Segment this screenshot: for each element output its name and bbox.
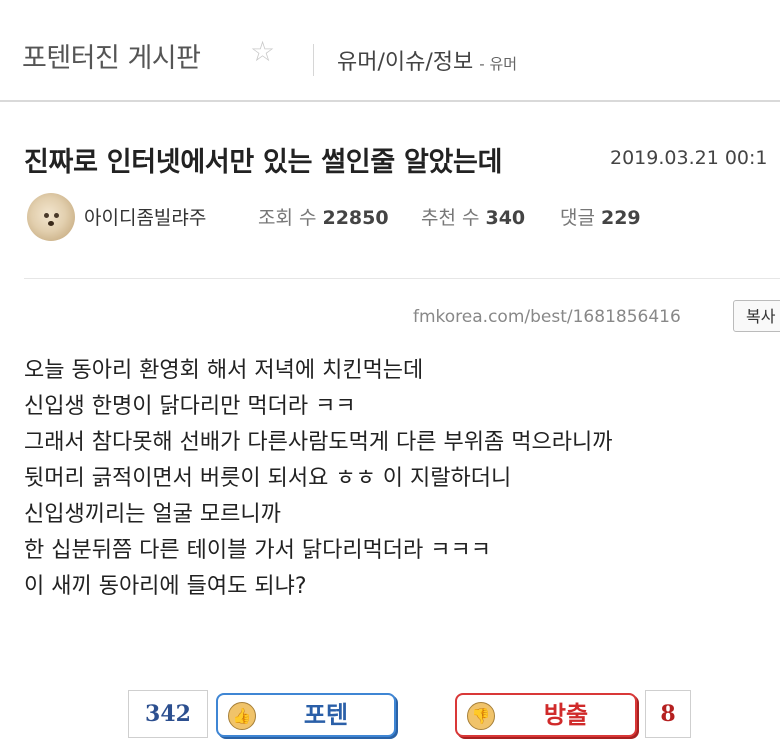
recommend-count: 추천 수 340 — [421, 203, 525, 230]
avatar-nose — [48, 221, 54, 226]
avatar[interactable] — [27, 193, 75, 241]
comment-count-label: 댓글 — [560, 207, 595, 229]
view-count-value: 22850 — [322, 207, 389, 229]
post-body-line: 신입생 한명이 닭다리만 먹더라 ㅋㅋ — [24, 394, 356, 419]
downvote-count: 8 — [645, 690, 691, 738]
post-url[interactable]: fmkorea.com/best/1681856416 — [413, 307, 681, 327]
comment-count-value: 229 — [600, 207, 641, 229]
avatar-eye — [54, 213, 59, 218]
upvote-button[interactable]: 👍 포텐 — [216, 693, 396, 737]
category-breadcrumb[interactable]: 유머/이슈/정보 - 유머 — [337, 44, 517, 76]
recommend-count-value: 340 — [485, 207, 526, 229]
subcategory-label[interactable]: - 유머 — [479, 55, 517, 73]
post-title: 진짜로 인터넷에서만 있는 썰인줄 알았는데 — [24, 147, 503, 178]
upvote-count: 342 — [128, 690, 208, 738]
comment-count[interactable]: 댓글 229 — [560, 203, 641, 230]
divider — [24, 278, 780, 279]
downvote-button[interactable]: 👎 방출 — [455, 693, 637, 737]
board-header: 포텐터진 게시판 ☆ 유머/이슈/정보 - 유머 — [0, 0, 780, 102]
thumbs-down-face-icon: 👎 — [467, 702, 495, 730]
post-body-line: 이 새끼 동아리에 들여도 되냐? — [24, 574, 307, 599]
board-title[interactable]: 포텐터진 게시판 — [22, 36, 201, 75]
post-body-line: 한 십분뒤쯤 다른 테이블 가서 닭다리먹더라 ㅋㅋㅋ — [24, 538, 492, 563]
recommend-count-label: 추천 수 — [421, 207, 480, 229]
avatar-eye — [44, 213, 49, 218]
post-body-line: 뒷머리 긁적이면서 버릇이 되서요 ㅎㅎ 이 지랄하더니 — [24, 466, 512, 491]
view-count-label: 조회 수 — [258, 207, 317, 229]
view-count: 조회 수 22850 — [258, 203, 389, 230]
author-name[interactable]: 아이디좀빌랴주 — [84, 203, 206, 230]
upvote-label: 포텐 — [303, 701, 349, 729]
copy-url-button[interactable]: 복사 — [733, 300, 780, 332]
downvote-label: 방출 — [543, 701, 589, 729]
header-divider — [313, 44, 314, 76]
star-icon[interactable]: ☆ — [250, 38, 275, 66]
category-label[interactable]: 유머/이슈/정보 — [337, 50, 473, 75]
post-body-line: 오늘 동아리 환영회 해서 저녁에 치킨먹는데 — [24, 358, 424, 383]
post-date: 2019.03.21 00:1 — [610, 147, 768, 169]
post-body-line: 신입생끼리는 얼굴 모르니까 — [24, 502, 281, 527]
thumbs-up-face-icon: 👍 — [228, 702, 256, 730]
post-body: 오늘 동아리 환영회 해서 저녁에 치킨먹는데 신입생 한명이 닭다리만 먹더라… — [24, 353, 612, 605]
post-body-line: 그래서 참다못해 선배가 다른사람도먹게 다른 부위좀 먹으라니까 — [24, 430, 613, 455]
